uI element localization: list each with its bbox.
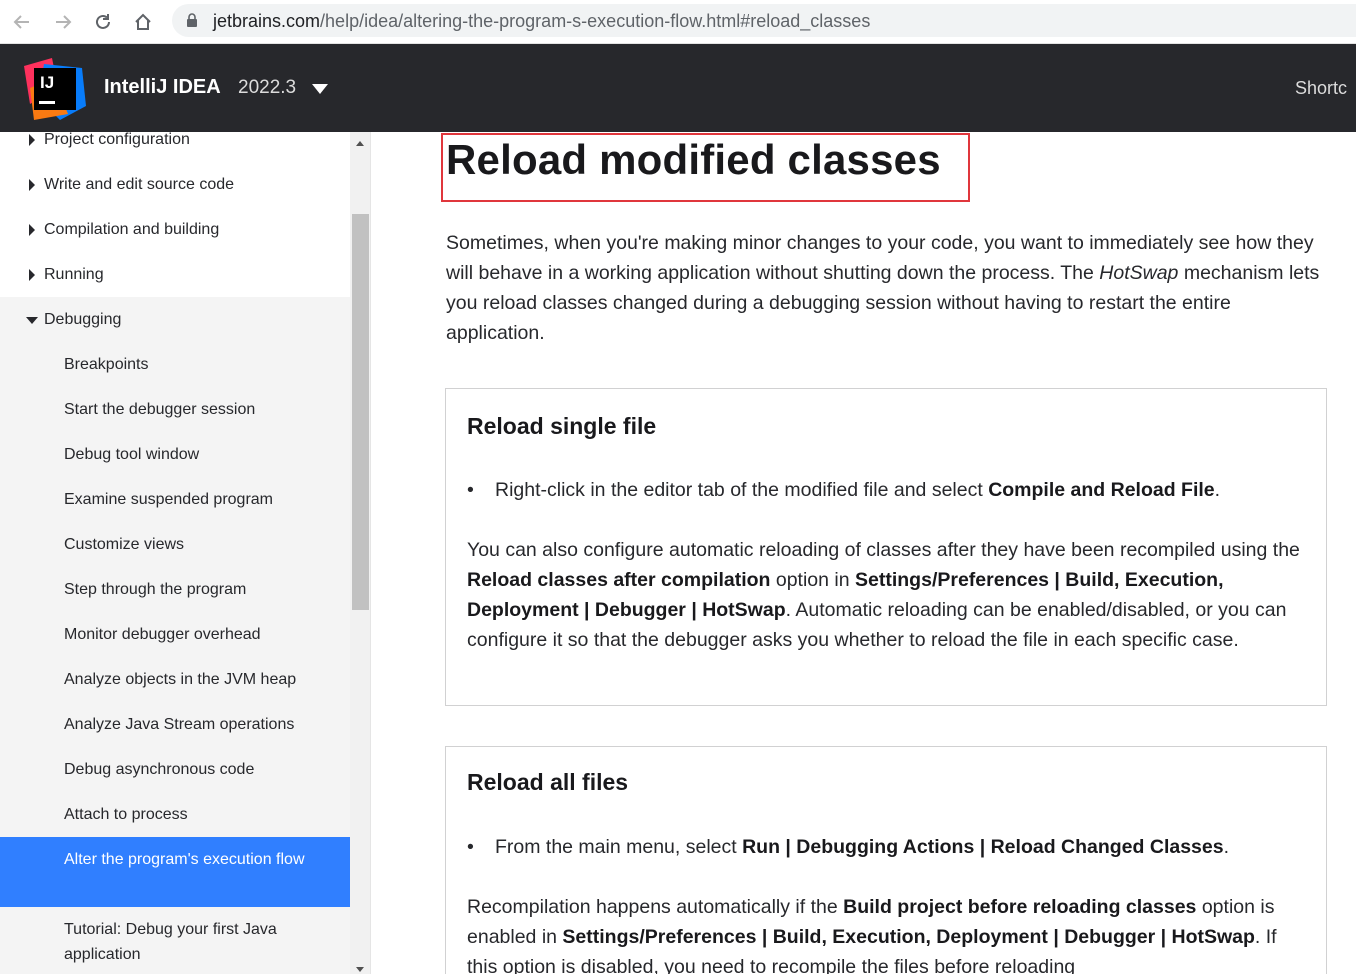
arrow-right-icon <box>56 15 72 29</box>
page-title: Reload modified classes <box>446 136 941 183</box>
sidebar-item-label: Attach to process <box>64 806 188 823</box>
version-selector[interactable]: 2022.3 <box>238 77 296 99</box>
chevron-down-icon[interactable] <box>312 84 328 94</box>
sidebar-item-label: Examine suspended program <box>64 491 274 508</box>
reload-button[interactable] <box>91 10 115 34</box>
sidebar-item-tutorial-debug[interactable]: Tutorial: Debug your first Java applicat… <box>0 917 350 974</box>
url-text: jetbrains.com/help/idea/altering-the-pro… <box>213 11 870 32</box>
section-title: Reload all files <box>467 769 629 795</box>
reload-icon <box>96 14 110 29</box>
menu-path: Run | Debugging Actions | Reload Changed… <box>742 836 1224 858</box>
url-path: /help/idea/altering-the-program-s-execut… <box>320 11 871 31</box>
browser-toolbar: jetbrains.com/help/idea/altering-the-pro… <box>0 0 1356 44</box>
sidebar-item-breakpoints[interactable]: Breakpoints <box>0 352 350 377</box>
arrow-left-icon <box>13 15 29 29</box>
section-title: Reload single file <box>467 413 657 439</box>
back-button[interactable] <box>10 10 34 34</box>
sidebar-item-running[interactable]: Running <box>0 262 350 287</box>
shortcuts-link[interactable]: Shortc <box>1295 78 1347 99</box>
scrollbar-thumb[interactable] <box>352 214 369 610</box>
product-header: IJ IntelliJ IDEA 2022.3 Shortc <box>0 44 1356 132</box>
bullet-icon: • <box>467 479 474 501</box>
sidebar-item-label: Alter the program's execution flow <box>64 851 305 868</box>
forward-button[interactable] <box>51 10 75 34</box>
sidebar-item-label: Write and edit source code <box>44 176 235 193</box>
sidebar-item-label: Debug tool window <box>64 446 200 463</box>
section-reload-all-files: Reload all files • From the main menu, se… <box>445 746 1327 974</box>
sidebar-item-project-configuration[interactable]: Project configuration <box>0 132 350 152</box>
sidebar-nav: Project configuration Write and edit sou… <box>0 132 371 974</box>
sidebar-item-compilation[interactable]: Compilation and building <box>0 217 350 242</box>
intro-paragraph: Sometimes, when you're making minor chan… <box>446 232 1320 344</box>
sidebar-item-customize-views[interactable]: Customize views <box>0 532 350 557</box>
sidebar-item-label: Project configuration <box>44 132 190 148</box>
product-name[interactable]: IntelliJ IDEA <box>104 76 221 99</box>
intellij-logo-icon[interactable]: IJ <box>24 58 86 120</box>
menu-path: Compile and Reload File <box>988 479 1215 501</box>
logo-text: IJ <box>40 73 54 92</box>
sidebar-item-label: Debugging <box>44 311 122 328</box>
sidebar-item-label: Breakpoints <box>64 356 149 373</box>
sidebar-item-write-and-edit[interactable]: Write and edit source code <box>0 172 350 197</box>
section-paragraph: You can also configure automatic reloadi… <box>467 539 1300 651</box>
sidebar-item-attach-to-process[interactable]: Attach to process <box>0 802 350 827</box>
sidebar-item-analyze-streams[interactable]: Analyze Java Stream operations <box>0 712 350 737</box>
sidebar-item-label: Analyze objects in the JVM heap <box>64 671 297 688</box>
caret-down-icon <box>26 317 38 324</box>
sidebar-item-start-debugger[interactable]: Start the debugger session <box>0 397 350 422</box>
home-button[interactable] <box>131 10 155 34</box>
sidebar-item-label: Tutorial: Debug your first Java applicat… <box>64 921 277 963</box>
caret-right-icon <box>29 134 35 146</box>
sidebar-item-label: Customize views <box>64 536 185 553</box>
list-item: • From the main menu, select Run | Debugg… <box>467 832 1229 862</box>
hotswap-term: HotSwap <box>1099 262 1179 284</box>
sidebar-item-debugging[interactable]: Debugging <box>0 307 350 332</box>
home-icon <box>135 13 151 30</box>
address-bar[interactable]: jetbrains.com/help/idea/altering-the-pro… <box>172 4 1356 37</box>
scroll-up-arrow-icon[interactable] <box>356 141 364 146</box>
url-host: jetbrains.com <box>213 11 321 31</box>
sidebar-item-alter-execution-flow[interactable]: Alter the program's execution flow <box>0 837 350 907</box>
lock-icon <box>187 13 197 27</box>
sidebar-item-label: Step through the program <box>64 581 247 598</box>
caret-right-icon <box>29 224 35 236</box>
article-content: Reload modified classes Sometimes, when … <box>372 132 1356 974</box>
sidebar-item-label: Debug asynchronous code <box>64 761 255 778</box>
sidebar-item-step-through[interactable]: Step through the program <box>0 577 350 602</box>
list-item: • Right-click in the editor tab of the mo… <box>467 475 1220 505</box>
sidebar-item-debug-tool-window[interactable]: Debug tool window <box>0 442 350 467</box>
bullet-icon: • <box>467 836 474 858</box>
sidebar-item-monitor-overhead[interactable]: Monitor debugger overhead <box>0 622 350 647</box>
sidebar-item-label: Monitor debugger overhead <box>64 626 261 643</box>
sidebar-item-debug-async[interactable]: Debug asynchronous code <box>0 757 350 782</box>
sidebar-item-examine-suspended[interactable]: Examine suspended program <box>0 487 350 512</box>
sidebar-item-label: Start the debugger session <box>64 401 256 418</box>
section-reload-single-file: Reload single file • Right-click in the e… <box>445 388 1327 706</box>
sidebar-item-label: Running <box>44 266 104 283</box>
sidebar-item-analyze-jvm-heap[interactable]: Analyze objects in the JVM heap <box>0 667 350 692</box>
sidebar-item-label: Compilation and building <box>44 221 220 238</box>
sidebar-item-label: Analyze Java Stream operations <box>64 716 295 733</box>
caret-right-icon <box>29 179 35 191</box>
caret-right-icon <box>29 269 35 281</box>
section-paragraph: Recompilation happens automatically if t… <box>467 896 1277 974</box>
scroll-down-arrow-icon[interactable] <box>356 967 364 972</box>
